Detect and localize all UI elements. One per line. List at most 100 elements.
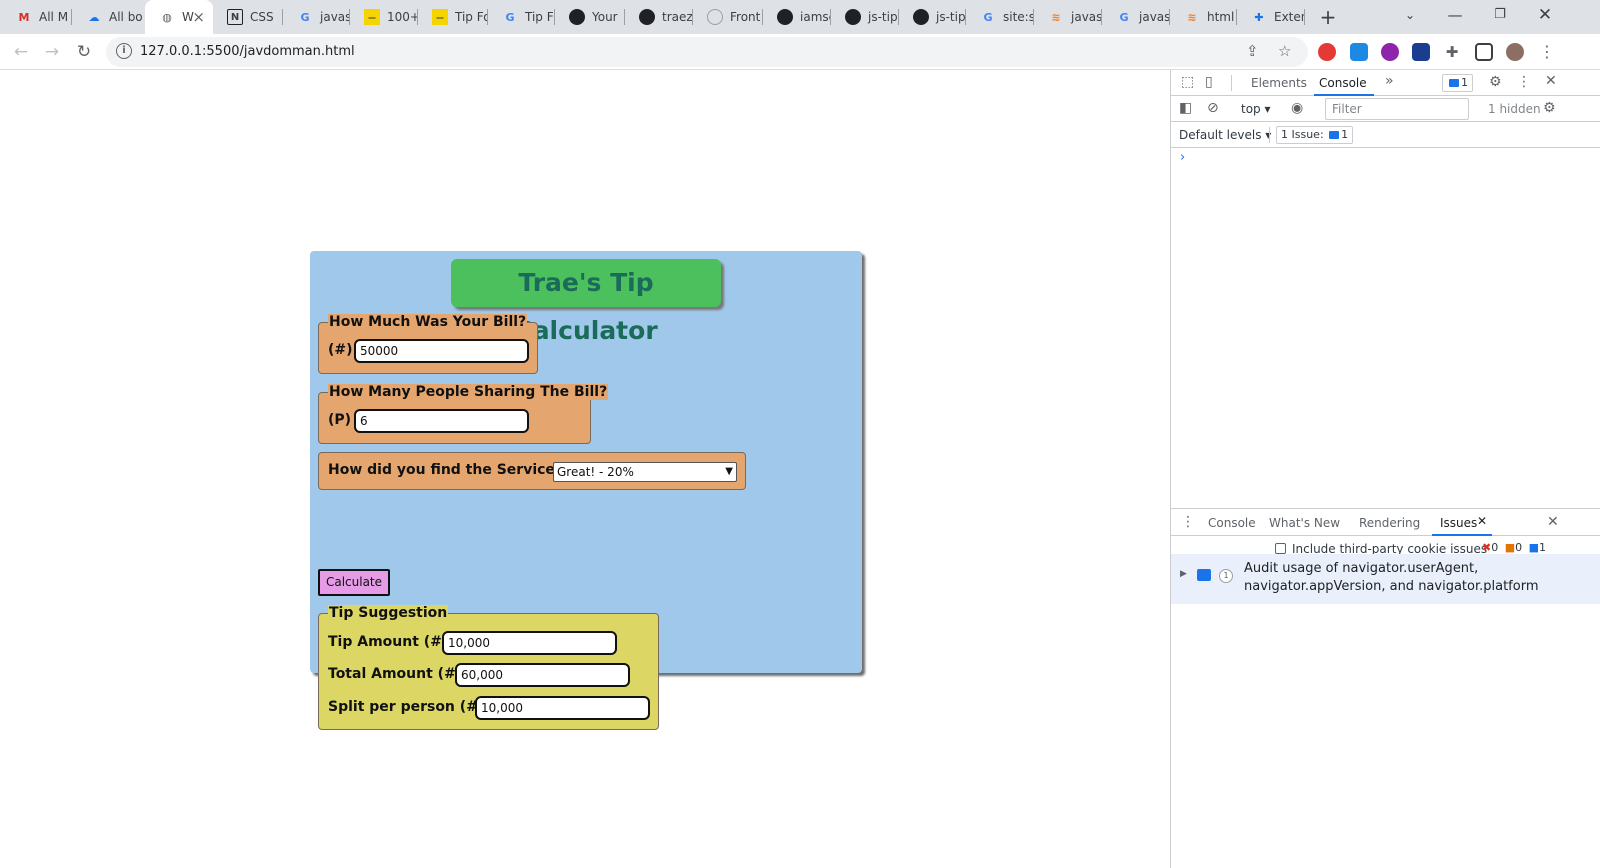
close-devtools-icon[interactable]: ✕ (1545, 73, 1557, 89)
tab-search-icon[interactable]: ⌄ (1387, 0, 1433, 32)
bill-legend: How Much Was Your Bill? (328, 314, 528, 330)
browser-tab[interactable]: js-tip (831, 0, 899, 34)
console-filter-input[interactable]: Filter (1325, 98, 1469, 120)
bill-input[interactable]: 50000 (354, 339, 529, 363)
message-icon (1449, 79, 1459, 87)
google-icon: G (1119, 10, 1129, 24)
close-window-icon[interactable]: ✕ (1522, 0, 1568, 32)
issues-count-badge[interactable]: 1 (1442, 74, 1473, 92)
drawer-tab-console[interactable]: Console (1208, 516, 1256, 530)
new-tab-icon[interactable]: + (1316, 5, 1340, 29)
extension-icon[interactable] (1381, 43, 1399, 61)
issue-occurrence-count: 1 (1219, 569, 1233, 583)
tab-console[interactable]: Console (1319, 76, 1367, 90)
sidebar-toggle-icon[interactable]: ◧ (1179, 100, 1192, 116)
expand-triangle-icon[interactable]: ▶ (1180, 569, 1187, 579)
browser-tab[interactable]: G javas (283, 0, 350, 34)
tip-amount-label: Tip Amount (#) (328, 634, 449, 650)
context-selector[interactable]: top ▾ (1241, 102, 1271, 116)
issues-link-badge[interactable]: 1 Issue: 1 (1276, 126, 1354, 144)
people-prefix: (P) (328, 412, 352, 428)
avatar[interactable] (1506, 43, 1524, 61)
browser-tab[interactable]: — Tip Fo (418, 0, 488, 34)
service-select[interactable]: Great! - 20% ▼ (553, 462, 737, 482)
browser-tab[interactable]: G site:st (966, 0, 1034, 34)
third-party-checkbox[interactable] (1275, 543, 1286, 554)
inspect-element-icon[interactable]: ⬚ (1181, 74, 1194, 90)
browser-tab[interactable]: — 100+ (350, 0, 418, 34)
browser-tab[interactable]: Your (555, 0, 625, 34)
tab-elements[interactable]: Elements (1251, 76, 1307, 90)
console-prompt[interactable]: › (1180, 150, 1185, 165)
forward-icon[interactable]: → (40, 40, 64, 64)
yellow-site-icon: — (364, 9, 380, 25)
browser-tab[interactable]: G Tip Fo (488, 0, 555, 34)
browser-tab-active[interactable]: ◍ W × (145, 0, 213, 34)
browser-tab[interactable]: ✚ Exten (1237, 0, 1305, 34)
side-panel-icon[interactable] (1475, 43, 1493, 61)
total-amount-label: Total Amount (#) (328, 666, 463, 682)
bookmark-star-icon[interactable]: ☆ (1278, 42, 1291, 60)
browser-tab[interactable]: traez (625, 0, 693, 34)
browser-tab[interactable]: G javas (1102, 0, 1170, 34)
service-fieldset: How did you find the Service? Great! - 2… (318, 452, 746, 490)
adblock-icon[interactable] (1318, 43, 1336, 61)
close-tab-icon[interactable]: × (192, 9, 205, 25)
people-input[interactable]: 6 (354, 409, 529, 433)
device-toolbar-icon[interactable]: ▯ (1205, 74, 1213, 90)
people-fieldset: How Many People Sharing The Bill? (P) 6 (318, 384, 609, 444)
github-icon (845, 9, 861, 25)
console-settings-icon[interactable]: ⚙ (1543, 100, 1556, 116)
gmail-icon: M (18, 10, 30, 24)
more-tabs-icon[interactable]: » (1385, 73, 1394, 89)
total-amount-output[interactable]: 60,000 (455, 663, 630, 687)
drawer-tab-issues[interactable]: Issues (1440, 516, 1477, 530)
browser-tab[interactable]: ≋ javas (1034, 0, 1102, 34)
browser-tab[interactable]: M All M (2, 0, 72, 34)
google-icon: G (983, 10, 993, 24)
people-legend: How Many People Sharing The Bill? (328, 384, 609, 400)
default-levels-dropdown[interactable]: Default levels ▾ (1179, 128, 1271, 142)
drawer-tab-whats-new[interactable]: What's New (1269, 516, 1340, 530)
back-icon[interactable]: ← (9, 40, 33, 64)
bill-prefix: (#) (328, 342, 353, 358)
stackoverflow-icon: ≋ (1187, 10, 1197, 24)
eye-icon[interactable]: ◉ (1291, 100, 1303, 116)
site-info-icon[interactable]: i (116, 43, 132, 59)
puzzle-extensions-icon[interactable]: ✚ (1440, 40, 1464, 64)
browser-tab[interactable]: ☁ All bo (72, 0, 144, 34)
puzzle-icon: ✚ (1254, 10, 1264, 24)
drawer-menu-icon[interactable]: ⋮ (1181, 514, 1195, 530)
devtools-menu-icon[interactable]: ⋮ (1517, 74, 1531, 90)
split-label: Split per person (#) (328, 699, 485, 715)
browser-tab[interactable]: N CSS (213, 0, 283, 34)
calculate-button[interactable]: Calculate (318, 569, 390, 596)
github-icon (777, 9, 793, 25)
address-bar[interactable]: i 127.0.0.1:5500/javdomman.html ⇪ ☆ (106, 37, 1308, 67)
settings-gear-icon[interactable]: ⚙ (1489, 74, 1502, 90)
extension-icon[interactable] (1412, 43, 1430, 61)
stackoverflow-icon: ≋ (1051, 10, 1061, 24)
clear-console-icon[interactable]: ⊘ (1207, 100, 1219, 116)
google-icon: G (505, 10, 515, 24)
share-icon[interactable]: ⇪ (1246, 42, 1259, 60)
issue-item[interactable]: ▶ 1 Audit usage of navigator.userAgent, … (1171, 554, 1600, 604)
browser-tab[interactable]: Front (693, 0, 763, 34)
browser-tab[interactable]: iamsc (763, 0, 831, 34)
minimize-icon[interactable]: — (1432, 0, 1478, 32)
chevron-down-icon: ▼ (725, 466, 733, 477)
drawer-tab-rendering[interactable]: Rendering (1359, 516, 1420, 530)
extension-icon[interactable] (1350, 43, 1368, 61)
browser-tab[interactable]: ≋ html (1170, 0, 1237, 34)
browser-menu-icon[interactable]: ⋮ (1535, 40, 1559, 64)
close-drawer-icon[interactable]: ✕ (1547, 514, 1559, 530)
reload-icon[interactable]: ↻ (72, 40, 96, 64)
browser-tab[interactable]: js-tip (899, 0, 966, 34)
issue-counts: ✖0 ■0 ■1 (1482, 541, 1547, 554)
split-output[interactable]: 10,000 (475, 696, 650, 720)
close-issues-tab-icon[interactable]: ✕ (1477, 514, 1487, 528)
restore-icon[interactable]: ❐ (1477, 0, 1523, 32)
devtools-main-tabs: ⬚ ▯ Elements Console » 1 ⚙ ⋮ ✕ (1171, 70, 1600, 96)
message-icon (1329, 131, 1340, 139)
tip-amount-output[interactable]: 10,000 (442, 631, 617, 655)
